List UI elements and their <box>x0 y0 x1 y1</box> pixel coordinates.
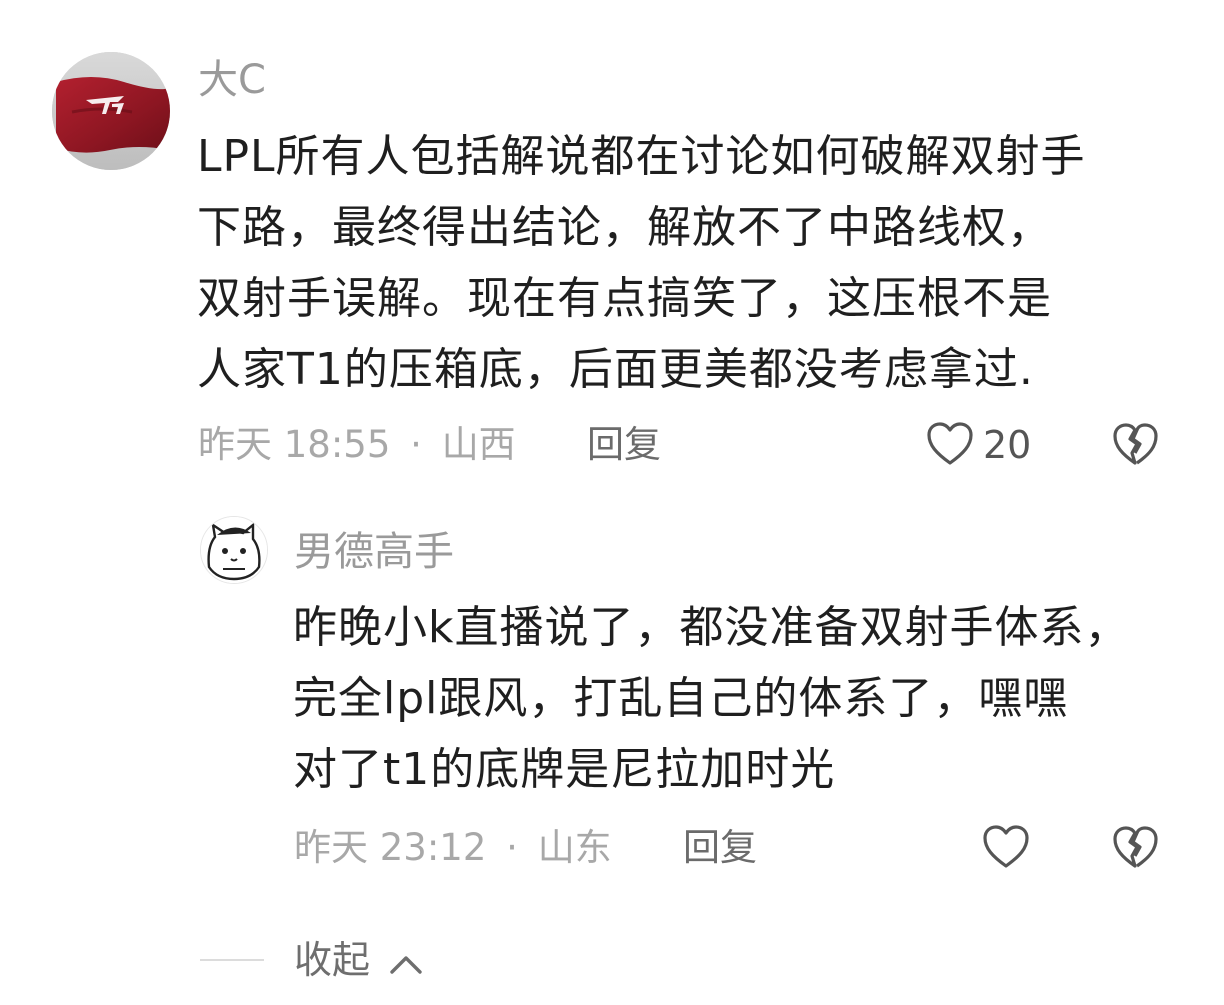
meta-separator: · <box>506 826 518 869</box>
comment-time: 昨天 18:55 <box>198 423 391 466</box>
reply-button[interactable]: 回复 <box>587 420 661 470</box>
reply-line: 完全lpl跟风，打乱自己的体系了，嘿嘿 <box>293 673 1069 724</box>
reply-time: 昨天 23:12 <box>294 826 487 869</box>
comment-location: 山西 <box>441 423 516 466</box>
reply-body: 昨晚小k直播说了，都没准备双射手体系， 完全lpl跟风，打乱自己的体系了，嘿嘿 … <box>293 592 1129 805</box>
like-count: 20 <box>983 423 1032 467</box>
reply-username[interactable]: 男德高手 <box>294 526 454 578</box>
divider <box>200 959 264 961</box>
comment-line: 人家T1的压箱底，后面更美都没考虑拿过. <box>197 344 1034 395</box>
heart-outline-icon[interactable] <box>982 824 1030 870</box>
comment-line: 下路，最终得出结论，解放不了中路线权， <box>197 202 1052 253</box>
comment-username[interactable]: 大C <box>198 54 266 106</box>
comment-body: LPL所有人包括解说都在讨论如何破解双射手 下路，最终得出结论，解放不了中路线权… <box>197 121 1086 405</box>
reply-avatar[interactable] <box>200 516 268 584</box>
reply-line: 昨晚小k直播说了，都没准备双射手体系， <box>293 602 1130 653</box>
avatar[interactable] <box>52 52 170 170</box>
reply-meta: 昨天 23:12 · 山东 <box>294 823 612 873</box>
comment-meta: 昨天 18:55 · 山西 <box>198 420 516 470</box>
reply-reply-button[interactable]: 回复 <box>683 823 757 873</box>
comment-line: 双射手误解。现在有点搞笑了，这压根不是 <box>197 273 1052 324</box>
chevron-up-icon <box>388 938 424 988</box>
cat-avatar-image <box>201 517 267 583</box>
heart-outline-icon[interactable] <box>926 421 974 467</box>
reply-location: 山东 <box>537 826 612 869</box>
broken-heart-icon[interactable] <box>1112 421 1158 467</box>
comment-line: LPL所有人包括解说都在讨论如何破解双射手 <box>197 131 1086 182</box>
meta-separator: · <box>410 423 422 466</box>
broken-heart-icon[interactable] <box>1112 824 1158 870</box>
collapse-button[interactable]: 收起 <box>294 935 424 988</box>
t1-flag-avatar-image <box>52 52 170 170</box>
collapse-label: 收起 <box>294 938 371 982</box>
reply-line: 对了t1的底牌是尼拉加时光 <box>293 744 836 795</box>
